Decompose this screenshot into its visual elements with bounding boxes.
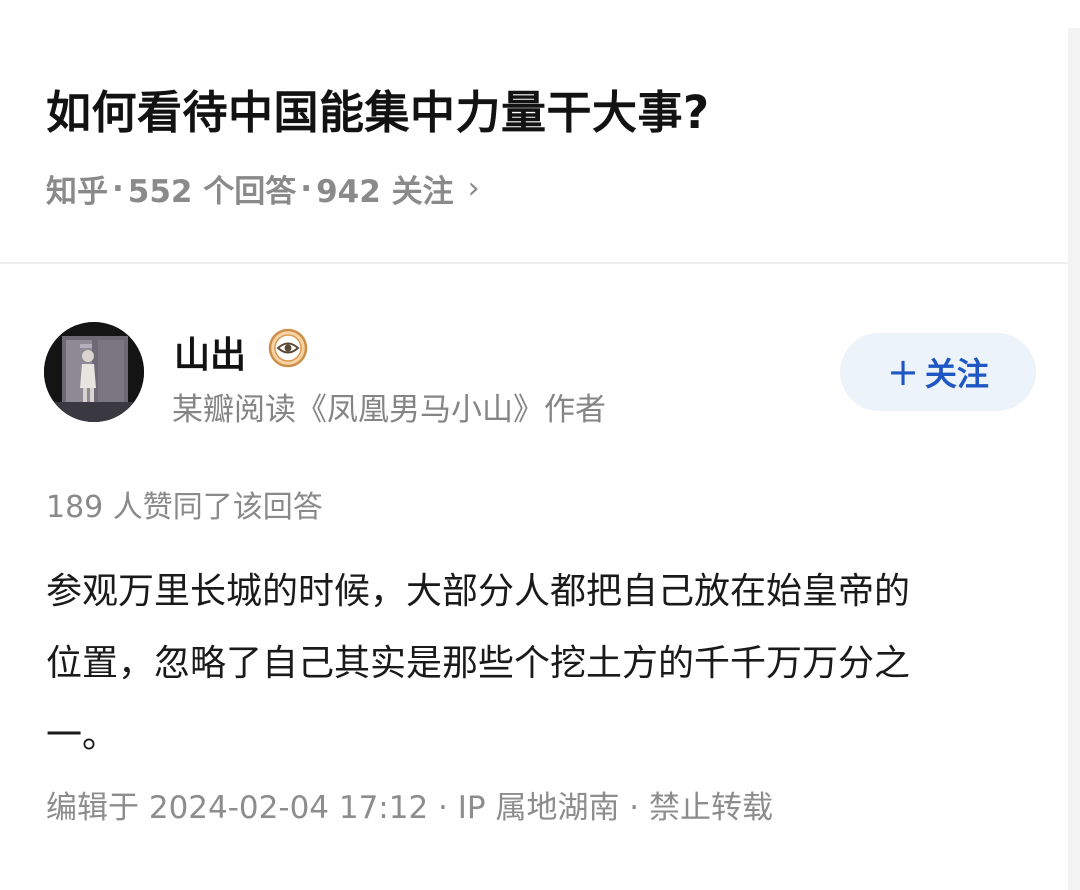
follow-label: 关注 xyxy=(924,355,989,393)
answer-line: 一。 xyxy=(46,715,119,756)
upvote-count: 189 人赞同了该回答 xyxy=(46,490,323,525)
answer-count: 552 个回答 xyxy=(127,174,297,210)
chevron-right-icon: › xyxy=(467,171,480,206)
source-label: 知乎 xyxy=(46,174,108,210)
follow-button[interactable]: + 关注 xyxy=(840,333,1036,411)
author-name[interactable]: 山出 xyxy=(174,326,246,378)
scroll-rail xyxy=(1068,28,1080,890)
follower-count: 942 关注 xyxy=(316,174,454,210)
question-title[interactable]: 如何看待中国能集中力量干大事? xyxy=(46,76,710,141)
avatar-image xyxy=(44,322,144,422)
answer-line: 参观万里长城的时候，大部分人都把自己放在始皇帝的 xyxy=(46,571,911,612)
zhihu-answer-page: 如何看待中国能集中力量干大事? 知乎 · 552 个回答 · 942 关注 › … xyxy=(0,0,1080,890)
avatar[interactable] xyxy=(44,322,144,422)
answer-content[interactable]: 参观万里长城的时候，大部分人都把自己放在始皇帝的 位置，忽略了自己其实是那些个挖… xyxy=(46,556,1046,772)
answer-footer: 编辑于 2024-02-04 17:12 · IP 属地湖南 · 禁止转载 xyxy=(46,790,774,826)
divider xyxy=(0,262,1068,264)
eye-badge-icon[interactable] xyxy=(268,328,308,368)
answer-line: 位置，忽略了自己其实是那些个挖土方的千千万万分之 xyxy=(46,643,911,684)
question-meta[interactable]: 知乎 · 552 个回答 · 942 关注 › xyxy=(46,166,480,211)
meta-separator: · xyxy=(112,170,124,207)
plus-icon: + xyxy=(887,350,919,394)
author-bio: 某瓣阅读《凤凰男马小山》作者 xyxy=(172,392,606,428)
meta-separator: · xyxy=(300,170,313,207)
